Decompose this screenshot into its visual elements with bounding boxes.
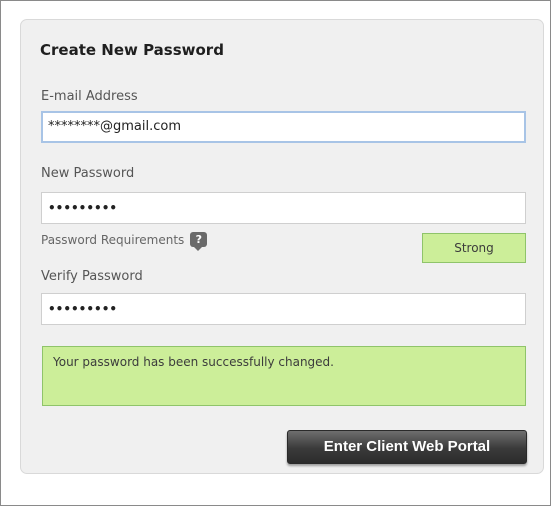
password-strength-indicator: Strong (422, 233, 526, 263)
email-label: E-mail Address (41, 89, 138, 104)
password-requirements-label: Password Requirements (41, 232, 185, 247)
form-title: Create New Password (40, 41, 224, 59)
new-password-label: New Password (41, 166, 135, 181)
help-icon[interactable]: ? (190, 232, 208, 251)
enter-client-web-portal-button[interactable]: Enter Client Web Portal (287, 430, 527, 464)
verify-password-value: ••••••••• (48, 302, 118, 316)
email-field[interactable]: ********@gmail.com (41, 111, 526, 143)
email-value: ********@gmail.com (48, 119, 182, 134)
password-requirements[interactable]: Password Requirements ? (41, 232, 208, 251)
create-password-panel: Create New Password E-mail Address *****… (20, 19, 544, 474)
window-frame: Create New Password E-mail Address *****… (0, 0, 551, 506)
new-password-field[interactable]: ••••••••• (41, 192, 526, 224)
success-message: Your password has been successfully chan… (42, 346, 526, 406)
verify-password-field[interactable]: ••••••••• (41, 293, 526, 325)
verify-password-label: Verify Password (41, 269, 143, 284)
new-password-value: ••••••••• (48, 201, 118, 215)
